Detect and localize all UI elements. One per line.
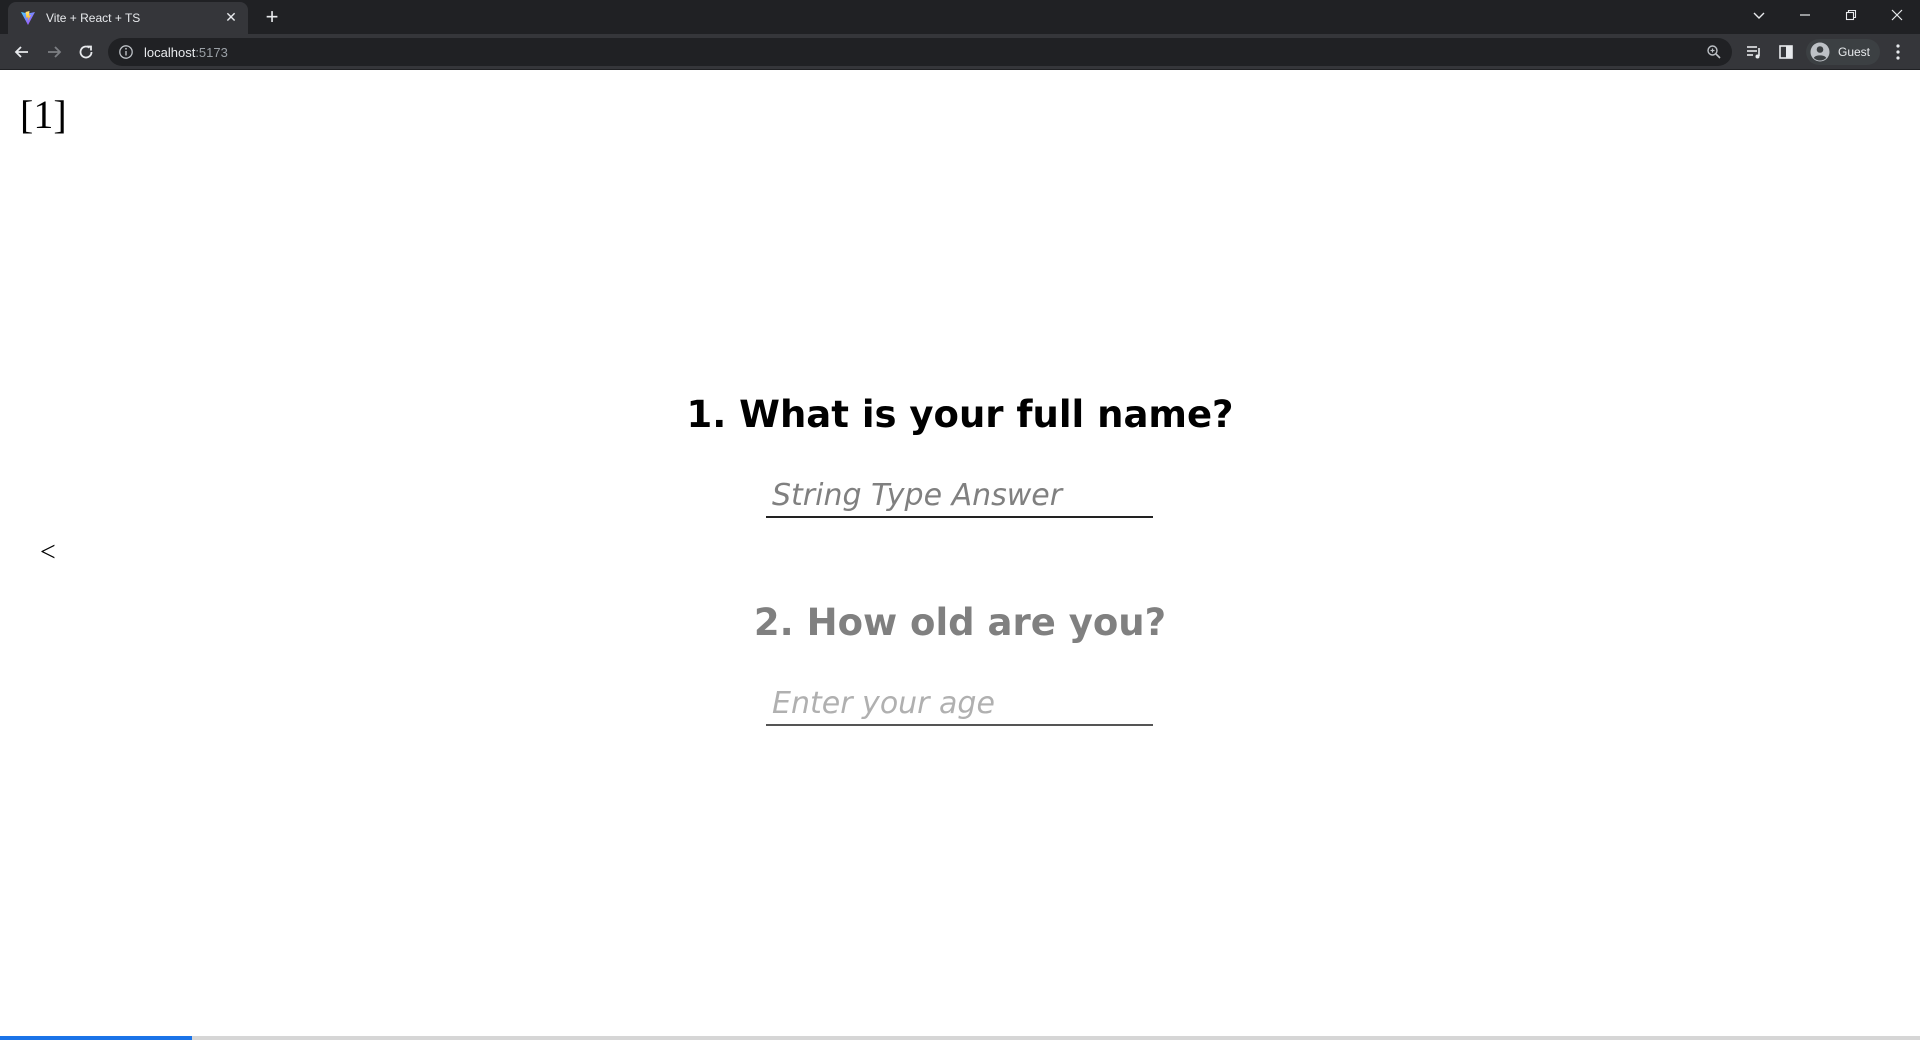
tab-close-icon[interactable]: ✕ [222, 9, 240, 27]
browser-toolbar: localhost:5173 Guest [0, 34, 1920, 70]
full-name-input[interactable] [766, 474, 1153, 518]
url-port: :5173 [195, 44, 228, 60]
media-control-icon[interactable] [1744, 42, 1764, 62]
page-viewport: [1] < 1. What is your full name? 2. How … [0, 71, 1920, 1040]
close-window-button[interactable] [1874, 0, 1920, 30]
question-1-title: 1. What is your full name? [686, 393, 1234, 436]
previous-question-button[interactable]: < [40, 539, 56, 567]
tab-strip: Vite + React + TS ✕ + [0, 0, 1920, 34]
progress-bar [0, 1036, 1920, 1040]
minimize-button[interactable] [1782, 0, 1828, 30]
side-panel-icon[interactable] [1776, 42, 1796, 62]
profile-button[interactable]: Guest [1806, 39, 1881, 65]
restore-button[interactable] [1828, 0, 1874, 30]
forward-button[interactable] [40, 38, 68, 66]
arrow-right-icon [48, 46, 62, 58]
reload-icon [79, 45, 93, 59]
progress-fill [0, 1036, 192, 1040]
tab-title: Vite + React + TS [46, 11, 141, 25]
vite-logo-icon [21, 11, 35, 25]
age-input[interactable] [766, 682, 1153, 726]
address-bar[interactable]: localhost:5173 [108, 38, 1732, 66]
url-host: localhost [144, 44, 196, 60]
profile-label: Guest [1838, 45, 1871, 59]
page-index-label: [1] [20, 92, 67, 137]
zoom-icon[interactable] [1706, 44, 1722, 60]
new-tab-button[interactable]: + [258, 4, 286, 32]
reload-button[interactable] [72, 38, 100, 66]
avatar-icon [1810, 42, 1830, 62]
browser-tab[interactable]: Vite + React + TS ✕ [8, 2, 248, 34]
tab-search-icon[interactable] [1736, 0, 1782, 30]
info-icon[interactable] [118, 44, 134, 60]
back-button[interactable] [8, 38, 36, 66]
arrow-left-icon [14, 46, 28, 58]
question-2-title: 2. How old are you? [753, 601, 1167, 644]
window-controls [1736, 0, 1920, 30]
kebab-menu-icon[interactable] [1888, 42, 1908, 62]
